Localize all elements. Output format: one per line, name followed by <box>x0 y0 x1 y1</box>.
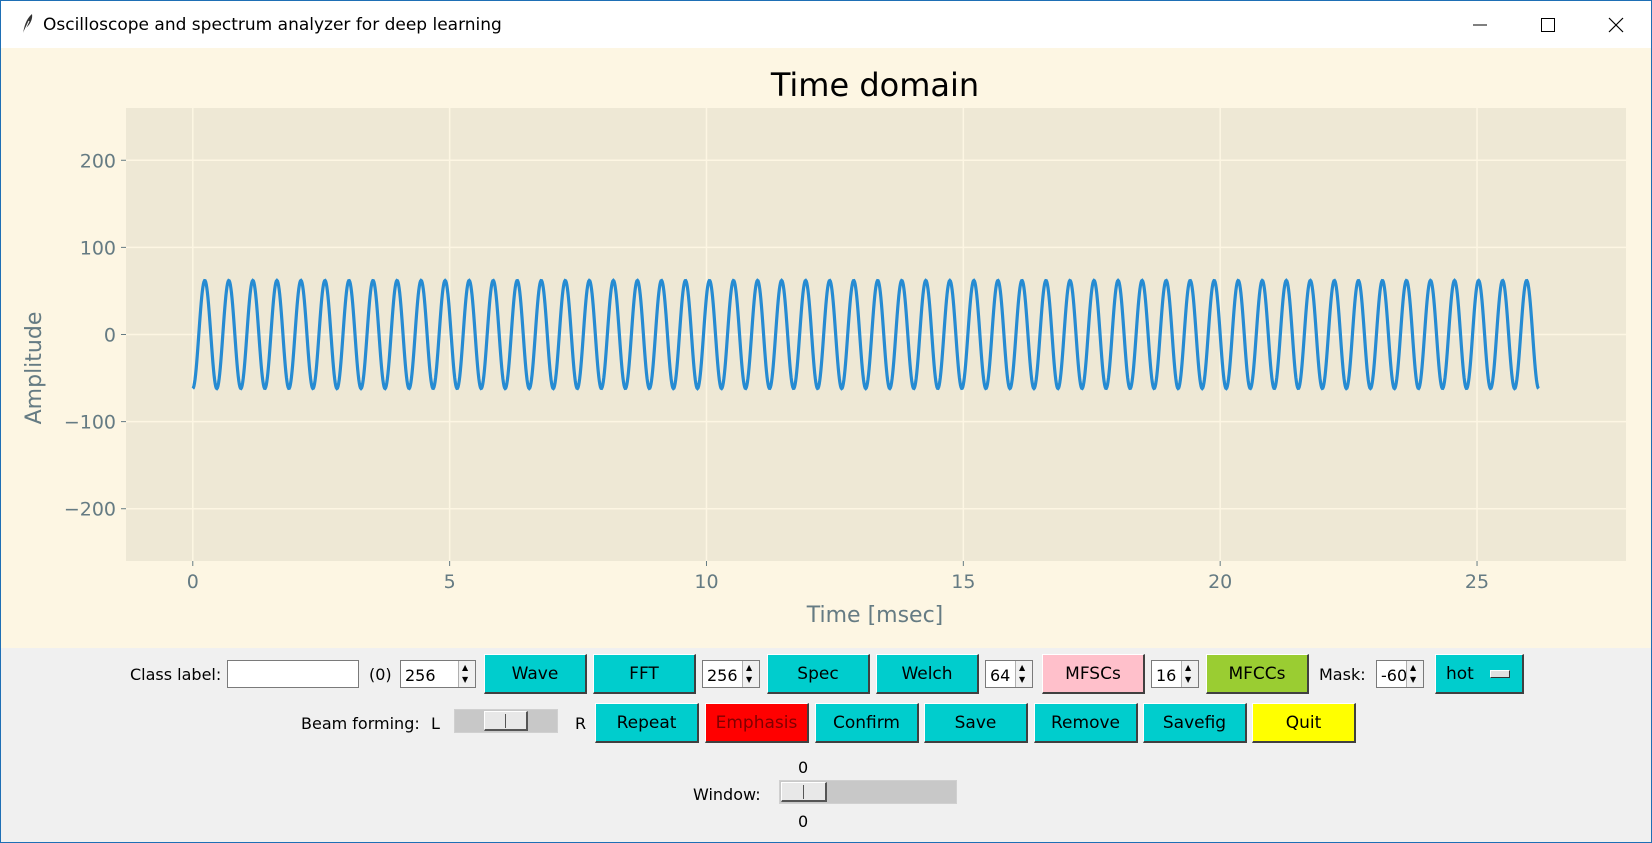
mfccs-button[interactable]: MFCCs <box>1206 654 1309 694</box>
class-label-text: Class label: <box>130 665 222 684</box>
window-title: Oscilloscope and spectrum analyzer for d… <box>43 15 502 35</box>
spec-button[interactable]: Spec <box>767 654 870 694</box>
welch-value: 64 <box>990 666 1011 685</box>
maximize-button[interactable] <box>1513 1 1583 48</box>
fft-button[interactable]: FFT <box>593 654 696 694</box>
x-tick-label: 5 <box>444 571 456 593</box>
class-label-input[interactable] <box>227 660 359 688</box>
window-label: Window: <box>693 785 761 804</box>
app-window: Oscilloscope and spectrum analyzer for d… <box>0 0 1652 843</box>
beam-slider-thumb[interactable] <box>484 711 528 731</box>
y-tick-label: 100 <box>80 237 116 259</box>
x-tick-label: 0 <box>187 571 199 593</box>
mask-spinbox[interactable]: -60 ▲ ▼ <box>1376 660 1424 688</box>
mask-label: Mask: <box>1319 665 1366 684</box>
feather-icon <box>17 13 37 35</box>
fft-spinbox[interactable]: 256 ▲ ▼ <box>702 660 760 688</box>
welch-spinbox[interactable]: 64 ▲ ▼ <box>985 660 1033 688</box>
close-button[interactable] <box>1581 1 1651 48</box>
window-slider-thumb[interactable] <box>781 782 827 802</box>
beam-forming-slider[interactable] <box>454 709 558 733</box>
thumb-grip <box>803 785 804 799</box>
x-tick-label: 20 <box>1208 571 1232 593</box>
window-value-bottom: 0 <box>798 812 809 831</box>
spin-arrows-icon[interactable]: ▲ ▼ <box>742 661 759 687</box>
x-tick-label: 15 <box>951 571 975 593</box>
wave-button[interactable]: Wave <box>484 654 587 694</box>
title-bar[interactable]: Oscilloscope and spectrum analyzer for d… <box>1 1 1651 48</box>
repeat-button[interactable]: Repeat <box>595 703 699 743</box>
spin-arrows-icon[interactable]: ▲ ▼ <box>458 661 475 687</box>
quit-button[interactable]: Quit <box>1252 703 1356 743</box>
window-value-top: 0 <box>798 758 809 777</box>
maximize-icon <box>1541 17 1555 32</box>
window-slider[interactable] <box>779 780 957 804</box>
x-axis-label: Time [msec] <box>806 603 944 628</box>
spin-arrows-icon[interactable]: ▲ ▼ <box>1181 661 1198 687</box>
close-icon <box>1608 17 1624 32</box>
spin-arrows-icon[interactable]: ▲ ▼ <box>1406 661 1423 687</box>
control-panel: Class label: (0) 256 ▲ ▼ Wave FFT 256 ▲ ▼ … <box>1 648 1651 842</box>
beam-forming-label: Beam forming: <box>301 714 420 733</box>
y-axis-label: Amplitude <box>22 312 47 425</box>
save-button[interactable]: Save <box>924 703 1028 743</box>
savefig-button[interactable]: Savefig <box>1143 703 1247 743</box>
figure-canvas: 0 5 10 15 20 25 200 100 0 −100 −200 Time domain Ti… <box>1 48 1651 648</box>
thumb-grip <box>505 714 506 728</box>
mfscs-value: 16 <box>1156 666 1177 685</box>
y-tick-label: −100 <box>64 412 116 434</box>
mfscs-spinbox[interactable]: 16 ▲ ▼ <box>1151 660 1199 688</box>
samples-value: 256 <box>405 666 436 685</box>
remove-button[interactable]: Remove <box>1034 703 1138 743</box>
menu-indicator-icon <box>1490 670 1510 678</box>
x-tick-label: 25 <box>1465 571 1489 593</box>
colormap-value: hot <box>1446 663 1474 684</box>
class-count: (0) <box>369 665 392 684</box>
minimize-button[interactable] <box>1445 1 1515 48</box>
time-domain-chart: 0 5 10 15 20 25 200 100 0 −100 −200 Time domain Ti… <box>22 66 1626 628</box>
colormap-menu[interactable]: hot <box>1435 654 1524 694</box>
beam-right-label: R <box>575 714 587 733</box>
x-tick-label: 10 <box>694 571 718 593</box>
beam-left-label: L <box>431 714 440 733</box>
welch-button[interactable]: Welch <box>876 654 979 694</box>
y-tick-label: 200 <box>80 150 116 172</box>
samples-spinbox[interactable]: 256 ▲ ▼ <box>400 660 476 688</box>
confirm-button[interactable]: Confirm <box>815 703 919 743</box>
emphasis-button[interactable]: Emphasis <box>705 703 809 743</box>
fft-value: 256 <box>707 666 738 685</box>
mask-value: -60 <box>1381 666 1408 685</box>
minimize-icon <box>1473 24 1487 25</box>
y-tick-label: −200 <box>64 499 116 521</box>
y-tick-label: 0 <box>104 325 116 347</box>
chart-title: Time domain <box>770 66 979 104</box>
spin-arrows-icon[interactable]: ▲ ▼ <box>1015 661 1032 687</box>
mfscs-button[interactable]: MFSCs <box>1042 654 1145 694</box>
